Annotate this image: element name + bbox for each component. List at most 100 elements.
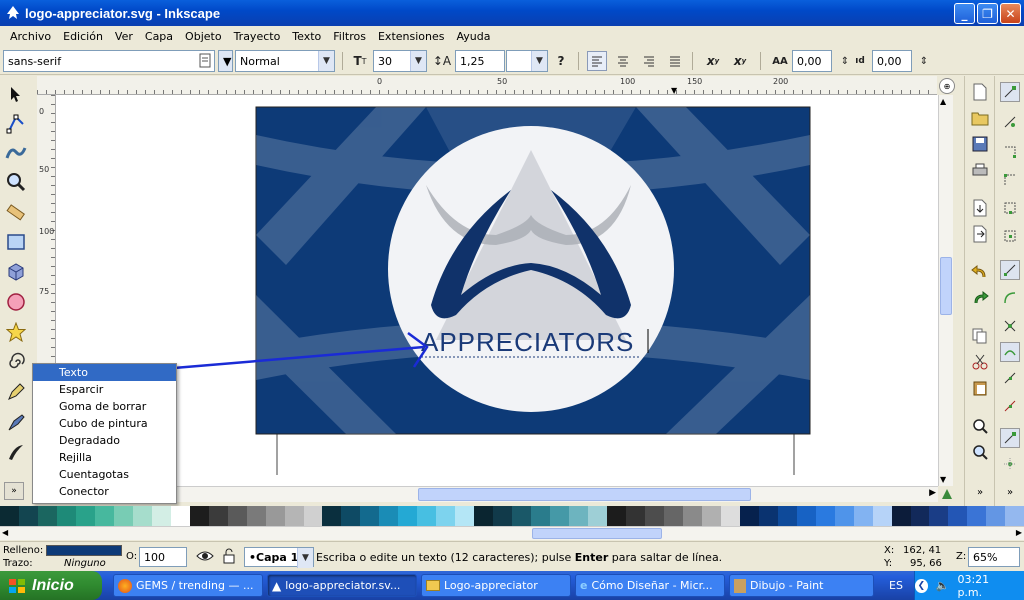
start-button[interactable]: Inicio [0, 571, 102, 600]
snap-toggle-icon[interactable] [1000, 82, 1020, 102]
menu-capa[interactable]: Capa [139, 30, 179, 43]
open-icon[interactable] [970, 108, 990, 128]
scroll-right-icon[interactable]: ▶ [929, 488, 936, 498]
palette-swatch[interactable] [37, 506, 57, 526]
zoom-correction-icon[interactable]: ⊕ [939, 78, 955, 94]
task-ie[interactable]: e Cómo Diseñar - Micr... [575, 574, 725, 597]
palette-swatch[interactable] [644, 506, 664, 526]
palette-swatch[interactable] [853, 506, 873, 526]
snap-smooth-nodes-icon[interactable] [1000, 342, 1020, 362]
vertical-scrollbar[interactable]: ▲ ▼ [938, 95, 953, 486]
palette-swatch[interactable] [284, 506, 304, 526]
spiral-tool-icon[interactable] [4, 350, 28, 374]
letter-spacing-input[interactable]: 0,00 [792, 50, 832, 72]
palette-swatch[interactable] [701, 506, 721, 526]
spinner-icon[interactable]: ⇕ [914, 51, 934, 71]
snap-center-icon[interactable] [1000, 226, 1020, 246]
palette-swatch[interactable] [815, 506, 835, 526]
palette-swatch[interactable] [739, 506, 759, 526]
visibility-eye-icon[interactable] [196, 549, 214, 566]
palette-swatch[interactable] [360, 506, 380, 526]
palette-swatch[interactable] [132, 506, 152, 526]
palette-swatch[interactable] [474, 506, 494, 526]
zoom-selection-icon[interactable] [970, 416, 990, 436]
redo-icon[interactable] [970, 288, 990, 308]
menu-objeto[interactable]: Objeto [179, 30, 228, 43]
palette-swatch[interactable] [550, 506, 570, 526]
rectangle-tool-icon[interactable] [4, 230, 28, 254]
snap-grid-icon[interactable] [1000, 454, 1020, 474]
palette-scroll-right-icon[interactable]: ▶ [1016, 528, 1022, 537]
zoom-drawing-icon[interactable] [970, 442, 990, 462]
palette-swatch[interactable] [872, 506, 892, 526]
new-document-icon[interactable] [970, 82, 990, 102]
palette-swatch[interactable] [967, 506, 987, 526]
snap-bbox-icon[interactable] [1000, 112, 1020, 132]
palette-swatch[interactable] [929, 506, 949, 526]
tweak-tool-icon[interactable] [4, 140, 28, 164]
menu-edicion[interactable]: Edición [57, 30, 109, 43]
drawing-canvas[interactable]: APPRECIATORS [56, 95, 938, 486]
palette-swatch[interactable] [569, 506, 589, 526]
snap-bbox-corner-icon[interactable] [1000, 170, 1020, 190]
snap-nodes-icon[interactable] [1000, 260, 1020, 280]
import-icon[interactable] [970, 198, 990, 218]
paste-icon[interactable] [970, 378, 990, 398]
popup-item-cuentagotas[interactable]: Cuentagotas [33, 466, 176, 483]
font-family-combo[interactable]: sans-serif [3, 50, 215, 72]
palette-swatch[interactable] [341, 506, 361, 526]
export-icon[interactable] [970, 224, 990, 244]
popup-item-cubo-de-pintura[interactable]: Cubo de pintura [33, 415, 176, 432]
popup-item-goma-de-borrar[interactable]: Goma de borrar [33, 398, 176, 415]
font-family-dropdown[interactable]: ▼ [218, 50, 233, 72]
palette-swatch[interactable] [512, 506, 532, 526]
minimize-button[interactable]: _ [954, 3, 975, 24]
font-style-combo[interactable]: Normal ▼ [235, 50, 335, 72]
palette-swatch[interactable] [891, 506, 911, 526]
palette-swatch[interactable] [493, 506, 513, 526]
zoom-input[interactable]: 65% [968, 547, 1020, 567]
palette-scroll-left-icon[interactable]: ◀ [2, 528, 8, 537]
selector-tool-icon[interactable] [4, 82, 28, 106]
pen-tool-icon[interactable] [4, 410, 28, 434]
palette-swatch[interactable] [417, 506, 437, 526]
menu-texto[interactable]: Texto [286, 30, 327, 43]
menu-filtros[interactable]: Filtros [327, 30, 372, 43]
palette-swatch[interactable] [170, 506, 190, 526]
palette-scrollbar[interactable]: ◀ ▶ [0, 526, 1024, 540]
palette-swatch[interactable] [607, 506, 626, 526]
more-tools-icon[interactable]: » [4, 482, 24, 500]
line-spacing-input[interactable]: 1,25 [455, 50, 505, 72]
palette-swatch[interactable] [625, 506, 645, 526]
align-left-icon[interactable] [587, 51, 607, 71]
menu-ayuda[interactable]: Ayuda [450, 30, 496, 43]
ellipse-tool-icon[interactable] [4, 290, 28, 314]
palette-swatch[interactable] [94, 506, 114, 526]
star-tool-icon[interactable] [4, 320, 28, 344]
palette-swatch[interactable] [0, 506, 19, 526]
popup-item-texto[interactable]: Texto [33, 364, 176, 381]
font-list-icon[interactable] [198, 53, 212, 69]
3d-box-tool-icon[interactable] [4, 260, 28, 284]
fill-swatch[interactable] [46, 545, 122, 556]
palette-swatch[interactable] [436, 506, 456, 526]
cut-icon[interactable] [970, 352, 990, 372]
palette-swatch[interactable] [151, 506, 171, 526]
justify-icon[interactable] [665, 51, 685, 71]
scroll-down-icon[interactable]: ▼ [940, 475, 946, 484]
palette-swatch[interactable] [398, 506, 418, 526]
task-folder[interactable]: Logo-appreciator [421, 574, 571, 597]
palette-swatch[interactable] [758, 506, 778, 526]
popup-item-conector[interactable]: Conector [33, 483, 176, 500]
palette-swatch[interactable] [208, 506, 228, 526]
snap-intersections-icon[interactable] [1000, 316, 1020, 336]
palette-swatch[interactable] [720, 506, 740, 526]
superscript-icon[interactable]: xy [703, 51, 723, 71]
pencil-tool-icon[interactable] [4, 380, 28, 404]
word-spacing-input[interactable]: 0,00 [872, 50, 912, 72]
palette-swatch[interactable] [113, 506, 133, 526]
restore-button[interactable]: ❐ [977, 3, 998, 24]
palette-swatch[interactable] [75, 506, 95, 526]
menu-extensiones[interactable]: Extensiones [372, 30, 451, 43]
snap-object-centers-icon[interactable] [1000, 396, 1020, 416]
